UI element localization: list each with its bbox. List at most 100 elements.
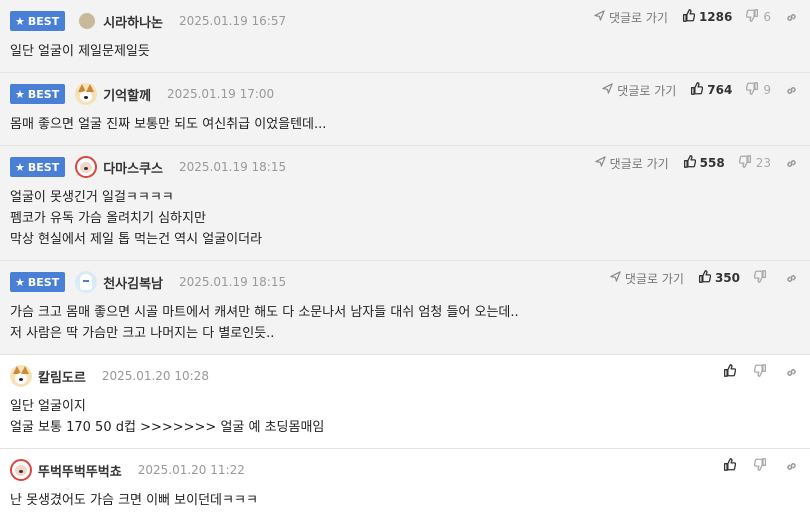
best-badge: ★ BEST — [10, 157, 66, 177]
thumbs-up-icon — [723, 458, 740, 474]
timestamp: 2025.01.19 16:57 — [179, 14, 287, 28]
best-label: BEST — [27, 160, 60, 174]
comment-actions: 댓글로 가기 1286 6 — [594, 8, 798, 26]
go-to-reply-link[interactable]: 댓글로 가기 — [602, 82, 676, 99]
link-icon[interactable] — [785, 11, 798, 24]
comment-item: 뚜벅뚜벅뚜벅쵸 2025.01.20 11:22 난 못생겼어도 가슴 크면 이뻐 … — [0, 449, 810, 520]
timestamp: 2025.01.19 17:00 — [167, 87, 275, 101]
comment-header: 칼림도르 2025.01.20 10:28 — [10, 364, 800, 388]
thumbs-down-icon — [738, 155, 756, 171]
best-label: BEST — [27, 87, 60, 101]
like-button[interactable]: 764 — [690, 82, 732, 98]
go-to-reply-link[interactable]: 댓글로 가기 — [610, 270, 684, 287]
dislike-count: 23 — [755, 156, 771, 170]
like-count: 1286 — [698, 10, 733, 24]
comment-text: 몸매 좋으면 얼굴 진짜 보통만 되도 여신취급 이었을텐데... — [10, 117, 327, 132]
thumbs-down-icon — [753, 458, 771, 474]
thumbs-down-icon — [753, 270, 771, 286]
avatar[interactable] — [10, 459, 32, 481]
dislike-button[interactable] — [753, 270, 771, 286]
comment-list: ★ BEST 시라하나논 2025.01.19 16:57 댓글로 가기 1286 6 일단 … — [0, 0, 810, 520]
timestamp: 2025.01.20 11:22 — [137, 463, 245, 477]
like-button[interactable]: 1286 — [682, 9, 732, 25]
thumbs-down-icon — [746, 9, 763, 25]
like-button[interactable] — [723, 364, 740, 380]
link-icon[interactable] — [785, 272, 798, 285]
link-icon[interactable] — [785, 84, 798, 97]
dislike-button[interactable] — [753, 364, 771, 380]
send-icon — [594, 156, 610, 170]
nickname[interactable]: 기억할께 — [103, 85, 151, 104]
avatar[interactable] — [75, 156, 98, 178]
link-icon[interactable] — [785, 460, 798, 473]
timestamp: 2025.01.19 18:15 — [179, 160, 287, 174]
nickname[interactable]: 시라하나논 — [103, 12, 163, 31]
dislike-button[interactable]: 6 — [746, 9, 771, 25]
comment-actions — [723, 363, 798, 381]
timestamp: 2025.01.19 18:15 — [179, 275, 287, 289]
avatar[interactable] — [75, 271, 98, 293]
link-icon[interactable] — [785, 366, 798, 379]
thumbs-down-icon — [753, 364, 771, 380]
star-icon: ★ — [15, 275, 25, 289]
thumbs-down-icon — [746, 82, 763, 98]
comment-text: 얼굴이 못생긴거 일걸ㅋㅋㅋㅋ 펨코가 유독 가슴 올려치기 심하지만 막상 현… — [10, 190, 263, 247]
like-count: 764 — [707, 83, 733, 97]
best-badge: ★ BEST — [10, 11, 66, 31]
star-icon: ★ — [15, 160, 25, 174]
comment-text: 일단 얼굴이 제일문제일듯 — [10, 44, 150, 59]
best-label: BEST — [27, 14, 60, 28]
comment-header: 뚜벅뚜벅뚜벅쵸 2025.01.20 11:22 — [10, 458, 800, 482]
comment-item: 칼림도르 2025.01.20 10:28 일단 얼굴이지 얼굴 보통 170 50… — [0, 355, 810, 449]
thumbs-up-icon — [698, 270, 715, 286]
send-icon — [610, 271, 625, 285]
comment-item: ★ BEST 시라하나논 2025.01.19 16:57 댓글로 가기 1286 6 일단 … — [0, 0, 810, 73]
nickname[interactable]: 다마스쿠스 — [103, 158, 163, 177]
link-icon[interactable] — [785, 157, 798, 170]
nickname[interactable]: 뚜벅뚜벅뚜벅쵸 — [38, 461, 122, 480]
go-to-reply-link[interactable]: 댓글로 가기 — [594, 155, 669, 172]
thumbs-up-icon — [723, 364, 740, 380]
thumbs-up-icon — [690, 82, 707, 98]
send-icon — [594, 10, 609, 24]
nickname[interactable]: 천사김복남 — [103, 273, 163, 292]
like-button[interactable] — [723, 458, 740, 474]
thumbs-up-icon — [682, 9, 699, 25]
reply-label: 댓글로 가기 — [609, 156, 669, 171]
reply-label: 댓글로 가기 — [624, 271, 684, 286]
comment-actions: 댓글로 가기 558 23 — [594, 154, 798, 172]
reply-label: 댓글로 가기 — [617, 83, 677, 98]
avatar[interactable] — [79, 13, 96, 29]
star-icon: ★ — [15, 14, 25, 28]
comment-text: 난 못생겼어도 가슴 크면 이뻐 보이던데ㅋㅋㅋ — [10, 493, 258, 508]
like-count: 558 — [699, 156, 725, 170]
like-count: 350 — [714, 271, 740, 285]
send-icon — [602, 83, 617, 97]
comment-text: 가슴 크고 몸매 좋으면 시골 마트에서 캐셔만 해도 다 소문나서 남자들 대… — [10, 305, 519, 341]
comment-item: ★ BEST 천사김복남 2025.01.19 18:15 댓글로 가기 350 가슴 크고… — [0, 261, 810, 355]
comment-text: 일단 얼굴이지 얼굴 보통 170 50 d컵 >>>>>>> 얼굴 예 초딩몸… — [10, 399, 325, 435]
best-label: BEST — [27, 275, 60, 289]
timestamp: 2025.01.20 10:28 — [101, 369, 209, 383]
comment-actions: 댓글로 가기 764 9 — [602, 81, 798, 99]
star-icon: ★ — [15, 87, 25, 101]
nickname[interactable]: 칼림도르 — [38, 367, 86, 386]
like-button[interactable]: 558 — [683, 155, 725, 171]
dislike-button[interactable] — [753, 458, 771, 474]
thumbs-up-icon — [683, 155, 700, 171]
best-badge: ★ BEST — [10, 272, 66, 292]
comment-item: ★ BEST 기억할께 2025.01.19 17:00 댓글로 가기 764 9 몸매 좋으… — [0, 73, 810, 146]
reply-label: 댓글로 가기 — [608, 10, 668, 25]
dislike-button[interactable]: 9 — [746, 82, 771, 98]
comment-actions — [723, 457, 798, 475]
dislike-button[interactable]: 23 — [738, 155, 771, 171]
avatar[interactable] — [10, 365, 32, 387]
avatar[interactable] — [75, 83, 98, 105]
comment-actions: 댓글로 가기 350 — [610, 269, 798, 287]
go-to-reply-link[interactable]: 댓글로 가기 — [594, 9, 668, 26]
dislike-count: 9 — [763, 83, 771, 97]
best-badge: ★ BEST — [10, 84, 66, 104]
comment-item: ★ BEST 다마스쿠스 2025.01.19 18:15 댓글로 가기 558 23 얼굴이… — [0, 146, 810, 261]
like-button[interactable]: 350 — [698, 270, 740, 286]
dislike-count: 6 — [763, 10, 771, 24]
